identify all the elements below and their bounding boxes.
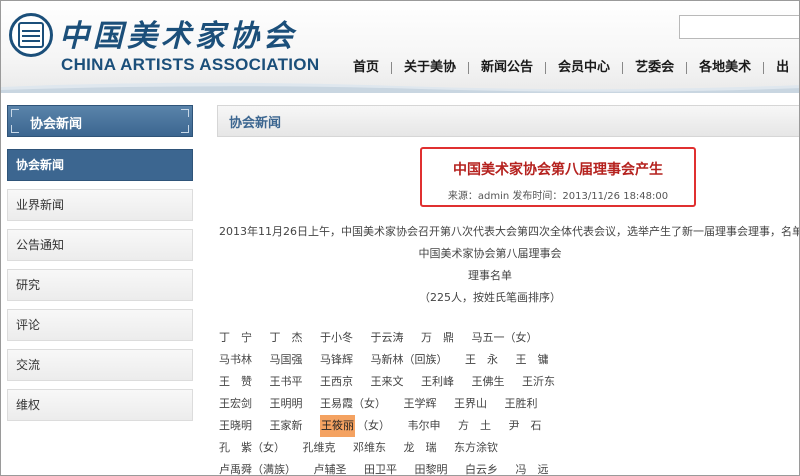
section-header: 协会新闻 — [217, 105, 799, 137]
member-name: 王学辉 — [403, 397, 437, 410]
member-name: 王沂东 — [522, 375, 555, 388]
article-meta: 来源：admin 发布时间：2013/11/26 18:48:00 — [447, 191, 669, 202]
article-title: 中国美术家协会第八届理事会产生 — [453, 162, 663, 178]
name-row: 丁 宁 丁 杰 于小冬 于云涛 万 鼎 马五一（女） — [219, 327, 799, 349]
member-name: 马国强 — [269, 353, 303, 366]
member-name: 龙 瑞 — [403, 441, 437, 454]
name-row: 马书林 马国强 马锋辉 马新林（回族） 王 永 王 镛 — [219, 349, 799, 371]
member-name: 东方涂钦 — [454, 441, 498, 454]
name-row: 王 赞 王书平 王西京 王来文 王利峰 王佛生 王沂东 — [219, 371, 799, 393]
member-name: 王书平 — [269, 375, 303, 388]
member-name: 韦尔申 — [407, 419, 441, 432]
name-row: 孔 紫（女） 孔维克 邓维东 龙 瑞 东方涂钦 — [219, 437, 799, 459]
member-name: 王佛生 — [471, 375, 505, 388]
sidebar-title: 协会新闻 — [30, 117, 83, 132]
search-input[interactable] — [679, 15, 799, 39]
list-subheading: 理事名单 — [468, 269, 512, 282]
header-wave-decoration — [1, 82, 799, 93]
list-note: （225人，按姓氏笔画排序） — [419, 291, 561, 304]
member-name: 方 土 — [458, 419, 491, 432]
main-content: 协会新闻 中国美术家协会第八届理事会产生 来源：admin 发布时间：2013/… — [217, 105, 800, 475]
article-title-box: 中国美术家协会第八届理事会产生 来源：admin 发布时间：2013/11/26… — [420, 147, 696, 207]
member-name: 王胜利 — [504, 397, 538, 410]
sidebar-item-rights[interactable]: 维权 — [7, 389, 193, 421]
member-name: 王易霞（女） — [320, 397, 386, 410]
member-name: 万 鼎 — [421, 331, 454, 344]
nav-item-news[interactable]: 新闻公告 — [469, 59, 545, 77]
member-name: 田黎明 — [414, 463, 448, 476]
member-name: 于云涛 — [370, 331, 404, 344]
name-row: 王晓明 王家新 王筱丽 （女） 韦尔申 方 土 尹 石 — [219, 415, 799, 437]
member-name: 冯 远 — [515, 463, 549, 476]
article-body: 2013年11月26日上午，中国美术家协会召开第八次代表大会第四次全体代表会议，… — [219, 223, 800, 475]
member-name: 田卫平 — [364, 463, 397, 476]
member-name: 卢辅圣 — [313, 463, 347, 476]
member-name: 丁 杰 — [269, 331, 303, 344]
sidebar-item-notices[interactable]: 公告通知 — [7, 229, 193, 261]
site-header: 中国美术家协会 CHINA ARTISTS ASSOCIATION 首页 关于美… — [1, 1, 799, 93]
sidebar-item-industry-news[interactable]: 业界新闻 — [7, 189, 193, 221]
member-name: 王西京 — [320, 375, 353, 388]
name-row: 王宏剑 王明明 王易霞（女） 王学辉 王界山 王胜利 — [219, 393, 799, 415]
member-name: 王 镛 — [515, 353, 549, 366]
member-name: 丁 宁 — [219, 331, 252, 344]
nav-item-about[interactable]: 关于美协 — [392, 59, 468, 77]
member-name: 白云乡 — [465, 463, 498, 476]
member-name: 王宏剑 — [219, 397, 252, 410]
member-name: 孔维克 — [302, 441, 336, 454]
sidebar-item-exchange[interactable]: 交流 — [7, 349, 193, 381]
member-name: 邓维东 — [353, 441, 386, 454]
member-name: 卢禹舜（满族） — [219, 463, 296, 476]
article-intro: 2013年11月26日上午，中国美术家协会召开第八次代表大会第四次全体代表会议，… — [219, 225, 800, 238]
member-name: 马新林（回族） — [370, 353, 448, 366]
member-name-suffix: （女） — [357, 419, 390, 432]
name-row: 卢禹舜（满族） 卢辅圣 田卫平 田黎明 白云乡 冯 远 — [219, 459, 799, 476]
member-name: 马书林 — [219, 353, 252, 366]
member-name: 王利峰 — [421, 375, 454, 388]
nav-item-members[interactable]: 会员中心 — [546, 59, 622, 77]
member-name: 王 永 — [465, 353, 498, 366]
nav-item-art-committee[interactable]: 艺委会 — [623, 59, 686, 77]
member-name: 孔 紫（女） — [219, 441, 285, 454]
main-nav: 首页 关于美协 新闻公告 会员中心 艺委会 各地美术 出 — [341, 59, 799, 77]
member-name: 尹 石 — [508, 419, 542, 432]
member-name: 王界山 — [454, 397, 487, 410]
corner-ornament — [181, 125, 189, 133]
member-name: 王晓明 — [219, 419, 252, 432]
nav-item-more[interactable]: 出 — [764, 59, 799, 77]
sidebar-header: 协会新闻 — [7, 105, 193, 137]
seal-bar — [22, 40, 40, 42]
corner-ornament — [11, 109, 19, 117]
sidebar-item-research[interactable]: 研究 — [7, 269, 193, 301]
corner-ornament — [11, 125, 19, 133]
member-name: 马五一（女） — [471, 331, 538, 344]
logo-chinese-text[interactable]: 中国美术家协会 — [59, 11, 297, 55]
member-name-highlighted: 王筱丽 — [320, 415, 355, 437]
seal-bar — [22, 30, 40, 32]
logo-seal-icon[interactable] — [9, 13, 53, 57]
sidebar: 协会新闻 协会新闻 业界新闻 公告通知 研究 评论 交流 维权 — [7, 105, 193, 429]
member-name: 王来文 — [370, 375, 404, 388]
list-heading: 中国美术家协会第八届理事会 — [418, 247, 562, 260]
sidebar-item-association-news[interactable]: 协会新闻 — [7, 149, 193, 181]
member-name: 王明明 — [269, 397, 303, 410]
browser-viewport: 中国美术家协会 CHINA ARTISTS ASSOCIATION 首页 关于美… — [0, 0, 800, 476]
member-name: 王 赞 — [219, 375, 252, 388]
logo-english-text[interactable]: CHINA ARTISTS ASSOCIATION — [61, 55, 319, 75]
member-name: 王家新 — [269, 419, 303, 432]
section-title: 协会新闻 — [229, 116, 282, 131]
seal-bar — [22, 35, 40, 37]
member-name: 马锋辉 — [320, 353, 353, 366]
member-name: 于小冬 — [320, 331, 353, 344]
sidebar-item-reviews[interactable]: 评论 — [7, 309, 193, 341]
nav-item-home[interactable]: 首页 — [341, 59, 391, 77]
sidebar-list: 协会新闻 业界新闻 公告通知 研究 评论 交流 维权 — [7, 149, 193, 421]
corner-ornament — [181, 109, 189, 117]
member-name-list: 丁 宁 丁 杰 于小冬 于云涛 万 鼎 马五一（女） 马书林 马国强 马锋辉 马… — [219, 327, 799, 476]
nav-item-regional[interactable]: 各地美术 — [687, 59, 763, 77]
